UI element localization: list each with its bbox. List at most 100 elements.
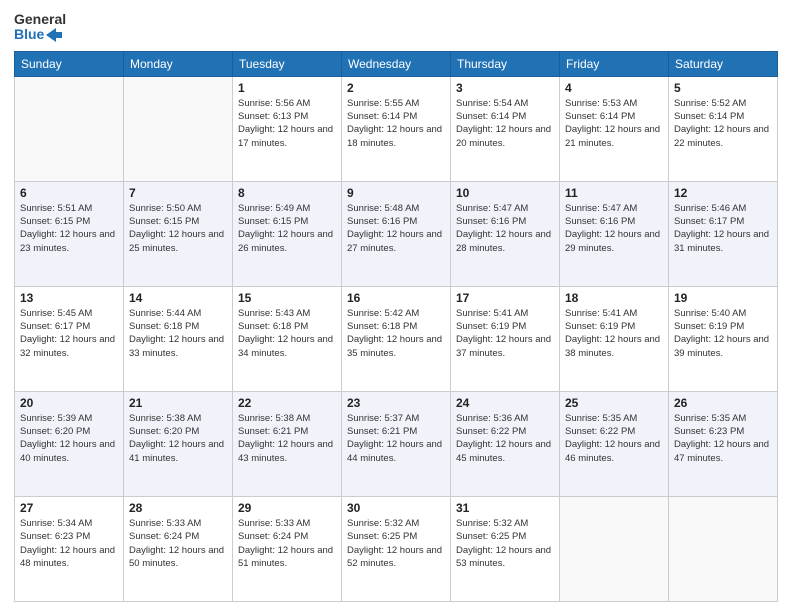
day-info: Sunrise: 5:35 AM Sunset: 6:22 PM Dayligh…: [565, 412, 663, 465]
logo: General Blue: [14, 12, 66, 43]
calendar-cell: 1Sunrise: 5:56 AM Sunset: 6:13 PM Daylig…: [233, 76, 342, 181]
col-header-wednesday: Wednesday: [342, 51, 451, 76]
calendar-cell: 8 Sunrise: 5:49 AM Sunset: 6:15 PM Daylig…: [233, 181, 342, 286]
day-number: 11: [565, 186, 663, 200]
calendar-cell: 3Sunrise: 5:54 AM Sunset: 6:14 PM Daylig…: [451, 76, 560, 181]
day-info: Sunrise: 5:51 AM Sunset: 6:15 PM Dayligh…: [20, 202, 118, 255]
calendar-cell: 9Sunrise: 5:48 AM Sunset: 6:16 PM Daylig…: [342, 181, 451, 286]
day-number: 1: [238, 81, 336, 95]
day-info: Sunrise: 5:49 AM Sunset: 6:15 PM Dayligh…: [238, 202, 336, 255]
day-info: Sunrise: 5:36 AM Sunset: 6:22 PM Dayligh…: [456, 412, 554, 465]
logo-text-general: General: [14, 12, 66, 27]
calendar-table: SundayMondayTuesdayWednesdayThursdayFrid…: [14, 51, 778, 602]
calendar-week-row: 20 Sunrise: 5:39 AM Sunset: 6:20 PM Dayli…: [15, 391, 778, 496]
day-number: 25: [565, 396, 663, 410]
page: General Blue SundayMondayTuesdayWednesda…: [0, 0, 792, 612]
day-info: Sunrise: 5:42 AM Sunset: 6:18 PM Dayligh…: [347, 307, 445, 360]
day-info: Sunrise: 5:47 AM Sunset: 6:16 PM Dayligh…: [565, 202, 663, 255]
day-info: Sunrise: 5:40 AM Sunset: 6:19 PM Dayligh…: [674, 307, 772, 360]
day-number: 5: [674, 81, 772, 95]
col-header-thursday: Thursday: [451, 51, 560, 76]
day-info: Sunrise: 5:34 AM Sunset: 6:23 PM Dayligh…: [20, 517, 118, 570]
calendar-cell: 5 Sunrise: 5:52 AM Sunset: 6:14 PM Daylig…: [669, 76, 778, 181]
day-info: Sunrise: 5:44 AM Sunset: 6:18 PM Dayligh…: [129, 307, 227, 360]
calendar-cell: 28 Sunrise: 5:33 AM Sunset: 6:24 PM Dayli…: [124, 496, 233, 601]
day-info: Sunrise: 5:38 AM Sunset: 6:20 PM Dayligh…: [129, 412, 227, 465]
calendar-cell: 13Sunrise: 5:45 AM Sunset: 6:17 PM Dayli…: [15, 286, 124, 391]
calendar-cell: 16 Sunrise: 5:42 AM Sunset: 6:18 PM Dayli…: [342, 286, 451, 391]
day-info: Sunrise: 5:37 AM Sunset: 6:21 PM Dayligh…: [347, 412, 445, 465]
day-info: Sunrise: 5:39 AM Sunset: 6:20 PM Dayligh…: [20, 412, 118, 465]
day-number: 19: [674, 291, 772, 305]
day-info: Sunrise: 5:38 AM Sunset: 6:21 PM Dayligh…: [238, 412, 336, 465]
logo-container: General Blue: [14, 12, 66, 43]
calendar-cell: 23 Sunrise: 5:37 AM Sunset: 6:21 PM Dayli…: [342, 391, 451, 496]
day-number: 20: [20, 396, 118, 410]
calendar-cell: 17 Sunrise: 5:41 AM Sunset: 6:19 PM Dayli…: [451, 286, 560, 391]
calendar-cell: 14 Sunrise: 5:44 AM Sunset: 6:18 PM Dayli…: [124, 286, 233, 391]
day-info: Sunrise: 5:41 AM Sunset: 6:19 PM Dayligh…: [565, 307, 663, 360]
calendar-cell: 4Sunrise: 5:53 AM Sunset: 6:14 PM Daylig…: [560, 76, 669, 181]
calendar-week-row: 1Sunrise: 5:56 AM Sunset: 6:13 PM Daylig…: [15, 76, 778, 181]
day-number: 27: [20, 501, 118, 515]
calendar-cell: 22 Sunrise: 5:38 AM Sunset: 6:21 PM Dayli…: [233, 391, 342, 496]
logo-text-blue: Blue: [14, 27, 66, 42]
day-number: 31: [456, 501, 554, 515]
calendar-cell: 19 Sunrise: 5:40 AM Sunset: 6:19 PM Dayli…: [669, 286, 778, 391]
calendar-cell: 20 Sunrise: 5:39 AM Sunset: 6:20 PM Dayli…: [15, 391, 124, 496]
calendar-cell: [124, 76, 233, 181]
day-number: 10: [456, 186, 554, 200]
day-number: 4: [565, 81, 663, 95]
day-info: Sunrise: 5:54 AM Sunset: 6:14 PM Dayligh…: [456, 97, 554, 150]
logo-arrow-icon: [46, 28, 62, 42]
calendar-cell: [669, 496, 778, 601]
day-number: 2: [347, 81, 445, 95]
calendar-cell: 2 Sunrise: 5:55 AM Sunset: 6:14 PM Daylig…: [342, 76, 451, 181]
day-info: Sunrise: 5:48 AM Sunset: 6:16 PM Dayligh…: [347, 202, 445, 255]
calendar-cell: 27 Sunrise: 5:34 AM Sunset: 6:23 PM Dayli…: [15, 496, 124, 601]
calendar-cell: 12Sunrise: 5:46 AM Sunset: 6:17 PM Dayli…: [669, 181, 778, 286]
day-number: 16: [347, 291, 445, 305]
col-header-sunday: Sunday: [15, 51, 124, 76]
day-info: Sunrise: 5:45 AM Sunset: 6:17 PM Dayligh…: [20, 307, 118, 360]
calendar-cell: 11 Sunrise: 5:47 AM Sunset: 6:16 PM Dayli…: [560, 181, 669, 286]
day-info: Sunrise: 5:32 AM Sunset: 6:25 PM Dayligh…: [456, 517, 554, 570]
calendar-cell: [15, 76, 124, 181]
calendar-week-row: 13Sunrise: 5:45 AM Sunset: 6:17 PM Dayli…: [15, 286, 778, 391]
day-info: Sunrise: 5:52 AM Sunset: 6:14 PM Dayligh…: [674, 97, 772, 150]
calendar-cell: 31 Sunrise: 5:32 AM Sunset: 6:25 PM Dayli…: [451, 496, 560, 601]
calendar-cell: 25 Sunrise: 5:35 AM Sunset: 6:22 PM Dayli…: [560, 391, 669, 496]
col-header-monday: Monday: [124, 51, 233, 76]
day-number: 18: [565, 291, 663, 305]
day-info: Sunrise: 5:46 AM Sunset: 6:17 PM Dayligh…: [674, 202, 772, 255]
calendar-cell: 29Sunrise: 5:33 AM Sunset: 6:24 PM Dayli…: [233, 496, 342, 601]
calendar-cell: 7Sunrise: 5:50 AM Sunset: 6:15 PM Daylig…: [124, 181, 233, 286]
day-number: 17: [456, 291, 554, 305]
day-number: 24: [456, 396, 554, 410]
day-info: Sunrise: 5:55 AM Sunset: 6:14 PM Dayligh…: [347, 97, 445, 150]
calendar-cell: 21Sunrise: 5:38 AM Sunset: 6:20 PM Dayli…: [124, 391, 233, 496]
day-info: Sunrise: 5:43 AM Sunset: 6:18 PM Dayligh…: [238, 307, 336, 360]
day-number: 30: [347, 501, 445, 515]
calendar-cell: [560, 496, 669, 601]
day-number: 22: [238, 396, 336, 410]
col-header-friday: Friday: [560, 51, 669, 76]
day-number: 7: [129, 186, 227, 200]
calendar-cell: 6Sunrise: 5:51 AM Sunset: 6:15 PM Daylig…: [15, 181, 124, 286]
day-number: 23: [347, 396, 445, 410]
header: General Blue: [14, 12, 778, 43]
calendar-header-row: SundayMondayTuesdayWednesdayThursdayFrid…: [15, 51, 778, 76]
calendar-week-row: 6Sunrise: 5:51 AM Sunset: 6:15 PM Daylig…: [15, 181, 778, 286]
day-number: 29: [238, 501, 336, 515]
calendar-cell: 26Sunrise: 5:35 AM Sunset: 6:23 PM Dayli…: [669, 391, 778, 496]
calendar-cell: 30Sunrise: 5:32 AM Sunset: 6:25 PM Dayli…: [342, 496, 451, 601]
day-info: Sunrise: 5:33 AM Sunset: 6:24 PM Dayligh…: [129, 517, 227, 570]
day-number: 14: [129, 291, 227, 305]
col-header-tuesday: Tuesday: [233, 51, 342, 76]
day-number: 28: [129, 501, 227, 515]
calendar-cell: 24 Sunrise: 5:36 AM Sunset: 6:22 PM Dayli…: [451, 391, 560, 496]
day-info: Sunrise: 5:41 AM Sunset: 6:19 PM Dayligh…: [456, 307, 554, 360]
calendar-cell: 18 Sunrise: 5:41 AM Sunset: 6:19 PM Dayli…: [560, 286, 669, 391]
day-number: 8: [238, 186, 336, 200]
day-number: 15: [238, 291, 336, 305]
